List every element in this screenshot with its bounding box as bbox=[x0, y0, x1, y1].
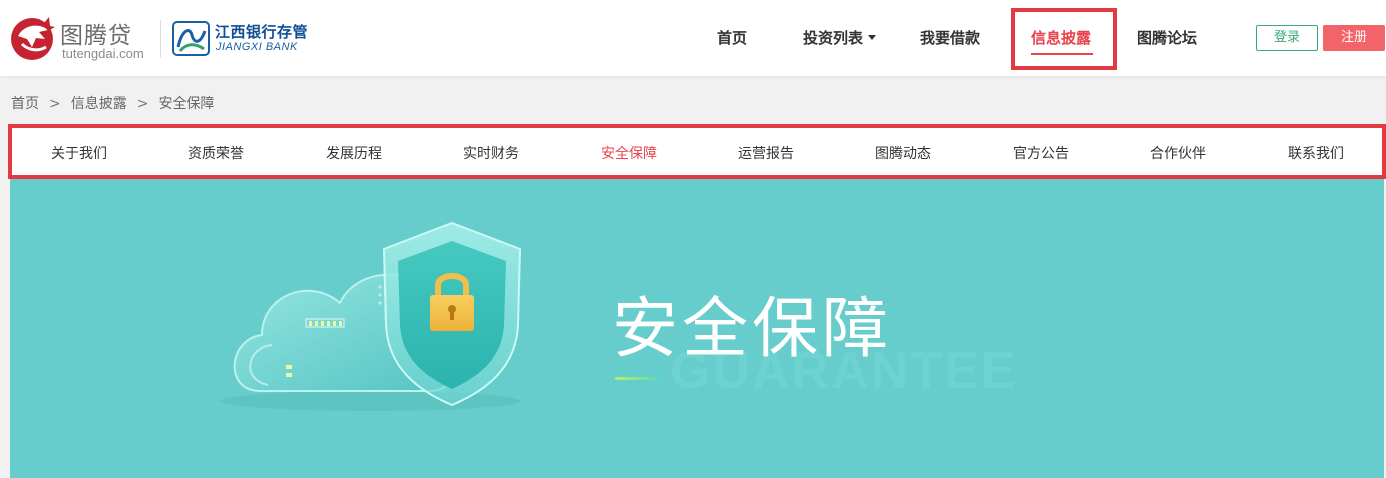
subnav-realtime-finance[interactable]: 实时财务 bbox=[463, 125, 519, 177]
nav-forum[interactable]: 图腾论坛 bbox=[1137, 0, 1197, 76]
banner-title: 安全保障 bbox=[612, 290, 892, 367]
subnav-history[interactable]: 发展历程 bbox=[326, 125, 382, 177]
nav-invest-list-label: 投资列表 bbox=[803, 29, 864, 47]
subnav-operation-report[interactable]: 运营报告 bbox=[738, 125, 794, 177]
brand-logo[interactable]: 图腾贷 tutengdai.com bbox=[8, 12, 153, 64]
nav-invest-list[interactable]: 投资列表 bbox=[803, 0, 877, 76]
register-button[interactable]: 注册 bbox=[1323, 25, 1385, 51]
breadcrumb: 首页 > 信息披露 > 安全保障 bbox=[11, 93, 214, 115]
site-header: 图腾贷 tutengdai.com 江西银行存管 JIANGXI BANK 首页… bbox=[0, 0, 1386, 76]
subnav-qualifications[interactable]: 资质荣誉 bbox=[188, 125, 244, 177]
security-banner: GUARANTEE 安全保障 bbox=[10, 179, 1384, 478]
breadcrumb-separator: > bbox=[136, 96, 149, 112]
breadcrumb-home[interactable]: 首页 bbox=[11, 96, 39, 112]
logo-divider bbox=[160, 20, 161, 58]
tuteng-logo-icon bbox=[11, 17, 55, 60]
sub-navigation: 关于我们 资质荣誉 发展历程 实时财务 安全保障 运营报告 图腾动态 官方公告 … bbox=[10, 125, 1384, 177]
banner-accent-line bbox=[615, 377, 665, 380]
brand-domain: tutengdai.com bbox=[62, 46, 144, 61]
caret-down-icon bbox=[868, 35, 877, 40]
bank-name: 江西银行存管 bbox=[215, 23, 309, 41]
jiangxi-bank-logo-icon bbox=[172, 21, 210, 56]
subnav-partners[interactable]: 合作伙伴 bbox=[1150, 125, 1206, 177]
breadcrumb-info-disclosure[interactable]: 信息披露 bbox=[71, 96, 127, 112]
bank-logo[interactable]: 江西银行存管 JIANGXI BANK bbox=[172, 20, 322, 60]
highlight-box-nav bbox=[1011, 8, 1117, 70]
bank-name-en: JIANGXI BANK bbox=[216, 41, 298, 53]
breadcrumb-current: 安全保障 bbox=[158, 96, 215, 112]
brand-name: 图腾贷 bbox=[60, 23, 132, 49]
subnav-news[interactable]: 图腾动态 bbox=[875, 125, 931, 177]
subnav-security[interactable]: 安全保障 bbox=[601, 125, 657, 177]
subnav-about-us[interactable]: 关于我们 bbox=[51, 125, 107, 177]
nav-borrow[interactable]: 我要借款 bbox=[920, 0, 980, 76]
subnav-announcements[interactable]: 官方公告 bbox=[1013, 125, 1069, 177]
nav-home[interactable]: 首页 bbox=[717, 0, 747, 76]
login-button[interactable]: 登录 bbox=[1256, 25, 1318, 51]
breadcrumb-separator: > bbox=[49, 96, 61, 112]
subnav-contact-us[interactable]: 联系我们 bbox=[1288, 125, 1344, 177]
